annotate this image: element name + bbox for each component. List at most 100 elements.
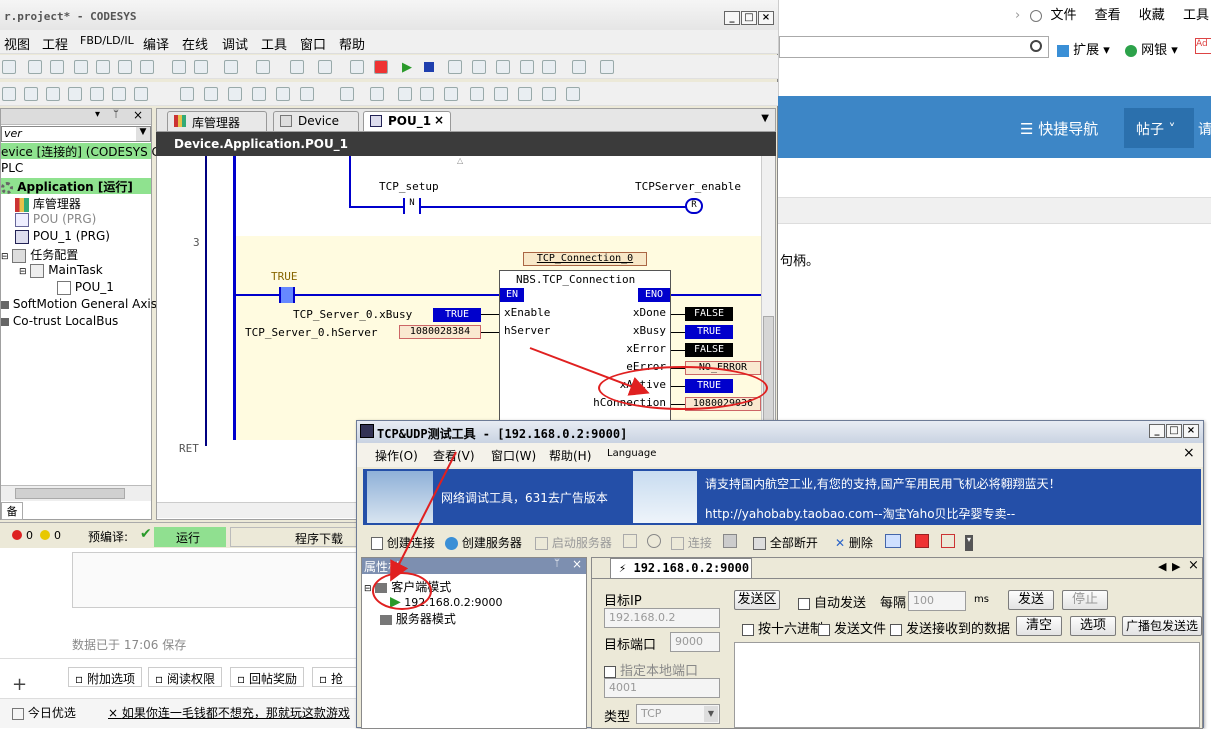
collapse-icon[interactable]: ⊟: [1, 252, 9, 262]
menu-help[interactable]: 帮助: [339, 34, 365, 53]
adblock-icon[interactable]: Ad: [1195, 38, 1211, 54]
delete-icon[interactable]: [140, 60, 154, 74]
disconnect-icon[interactable]: [723, 534, 737, 548]
browser-menu-tools[interactable]: 工具: [1183, 8, 1209, 23]
login-icon[interactable]: [350, 60, 364, 74]
tab-close-icon[interactable]: ×: [434, 113, 444, 127]
nav-more[interactable]: 请: [1198, 119, 1211, 139]
tree-device[interactable]: evice [连接的] (CODESYS Control: [1, 143, 195, 159]
function-block[interactable]: NBS.TCP_Connection EN ENO xEnable hServe…: [499, 270, 671, 440]
fb-instance-name[interactable]: TCP_Connection_0: [523, 252, 647, 266]
ld-reset-icon[interactable]: [112, 87, 126, 101]
tool-icon[interactable]: [941, 534, 955, 548]
properties-icon[interactable]: [290, 60, 304, 74]
paste-icon[interactable]: [118, 60, 132, 74]
ld-contact-icon[interactable]: [2, 87, 16, 101]
ld-edge-icon[interactable]: [470, 87, 484, 101]
local-port-label[interactable]: 指定本地端口: [604, 660, 698, 679]
var-server-enable[interactable]: TCPServer_enable: [635, 180, 741, 193]
close-button[interactable]: ×: [758, 11, 774, 25]
ad-banner[interactable]: 网络调试工具，631去广告版本 请支持国内航空工业,有您的支持,国产军用民用飞机…: [363, 469, 1201, 525]
ad-link[interactable]: × 如果你连一毛钱都不想充，那就玩这款游戏: [108, 704, 350, 721]
replace-icon[interactable]: [194, 60, 208, 74]
start-server-button[interactable]: 启动服务器: [535, 534, 612, 551]
cut-icon[interactable]: [74, 60, 88, 74]
toolbar-overflow-icon[interactable]: ▾: [965, 535, 973, 551]
breakpoint-icon[interactable]: [542, 60, 556, 74]
tree-pou[interactable]: POU (PRG): [15, 212, 96, 227]
menu-build[interactable]: 编译: [143, 34, 169, 53]
option-read-permission[interactable]: ▫ 阅读权限: [148, 667, 222, 687]
ld-jump-icon[interactable]: [180, 87, 194, 101]
ld-label-icon[interactable]: [252, 87, 266, 101]
quick-nav-link[interactable]: ☰ 快捷导航: [1020, 118, 1098, 139]
tab-close-icon[interactable]: ×: [1188, 558, 1199, 573]
tab-library-manager[interactable]: 库管理器: [167, 111, 267, 131]
write-values-icon[interactable]: [600, 60, 614, 74]
step-into-icon[interactable]: [496, 60, 510, 74]
power-icon[interactable]: [915, 534, 929, 548]
tree-bottom-tab[interactable]: 备: [1, 502, 23, 520]
tcp-menu-view[interactable]: 查看(V): [433, 447, 475, 464]
var-tcp-setup[interactable]: TCP_setup: [379, 180, 439, 193]
ld-parallel-branch-icon[interactable]: [518, 87, 532, 101]
option-grab-floor[interactable]: ▫ 抢楼: [312, 667, 360, 687]
target-ip-input[interactable]: 192.168.0.2: [604, 608, 720, 628]
menu-online[interactable]: 在线: [182, 34, 208, 53]
menu-project[interactable]: 工程: [42, 34, 68, 53]
run-icon[interactable]: ▶: [402, 60, 412, 75]
connect-button[interactable]: 连接: [671, 534, 712, 551]
ld-set-reset-icon[interactable]: [494, 87, 508, 101]
interval-input[interactable]: 100: [908, 591, 966, 611]
ld-coil-icon[interactable]: [68, 87, 82, 101]
print-icon[interactable]: [2, 60, 16, 74]
logout-icon[interactable]: [374, 60, 388, 74]
tcp-minimize-button[interactable]: _: [1149, 424, 1165, 438]
force-icon[interactable]: [572, 60, 586, 74]
ld-tree-icon[interactable]: [542, 87, 556, 101]
options-button[interactable]: 选项: [1070, 616, 1116, 636]
post-editor[interactable]: [72, 552, 360, 608]
tree-pou1[interactable]: POU_1 (PRG): [15, 229, 110, 244]
stop-icon[interactable]: [424, 62, 434, 72]
redo-icon[interactable]: [50, 60, 64, 74]
coil-reset[interactable]: R: [685, 198, 703, 214]
panel-pin-icon[interactable]: ᛘ: [113, 109, 119, 120]
disconnect-all-button[interactable]: 全部断开: [753, 534, 818, 551]
find-icon[interactable]: [172, 60, 186, 74]
ld-box-icon[interactable]: [134, 87, 148, 101]
tcp-menu-operate[interactable]: 操作(O): [375, 447, 418, 464]
send-button[interactable]: 发送: [1008, 590, 1054, 610]
tcp-menu-language[interactable]: Language: [607, 448, 656, 459]
ld-network-icon[interactable]: [276, 87, 290, 101]
ld-comment-icon[interactable]: [300, 87, 314, 101]
ld-set-icon[interactable]: [90, 87, 104, 101]
browser-menu-view[interactable]: 查看: [1095, 8, 1121, 23]
type-select[interactable]: TCP ▼: [636, 704, 720, 724]
browser-menu-file[interactable]: 文件: [1050, 8, 1076, 23]
tree-main-task-pou[interactable]: POU_1: [57, 280, 114, 295]
tree-main-task[interactable]: ⊟ MainTask: [19, 263, 103, 278]
hex-send-checkbox[interactable]: 按十六进制: [742, 618, 823, 637]
option-extra[interactable]: ▫ 附加选项: [68, 667, 142, 687]
menu-tools[interactable]: 工具: [261, 34, 287, 53]
chevron-down-icon[interactable]: ▼: [704, 706, 718, 722]
send-textarea[interactable]: [734, 642, 1200, 728]
props-pin-icon[interactable]: ᛘ: [554, 558, 560, 569]
browser-address-input[interactable]: [779, 36, 1049, 58]
browser-ext-button[interactable]: 扩展 ▾: [1057, 39, 1110, 58]
contact-true[interactable]: [279, 287, 295, 303]
stop-server-icon[interactable]: [647, 534, 661, 548]
add-object-icon[interactable]: [256, 60, 270, 74]
tcp-maximize-button[interactable]: □: [1166, 424, 1182, 438]
user-icon[interactable]: [1030, 9, 1043, 22]
step-out-icon[interactable]: [520, 60, 534, 74]
ld-output-icon[interactable]: [398, 87, 412, 101]
add-icon[interactable]: +: [12, 674, 27, 695]
daily-picks[interactable]: 今日优选: [12, 704, 76, 721]
panel-close-icon[interactable]: ×: [133, 108, 143, 122]
menu-window[interactable]: 窗口: [300, 34, 326, 53]
step-over-icon[interactable]: [472, 60, 486, 74]
tree-localbus[interactable]: Co-trust LocalBus: [1, 314, 118, 328]
ld-branch-icon[interactable]: [228, 87, 242, 101]
